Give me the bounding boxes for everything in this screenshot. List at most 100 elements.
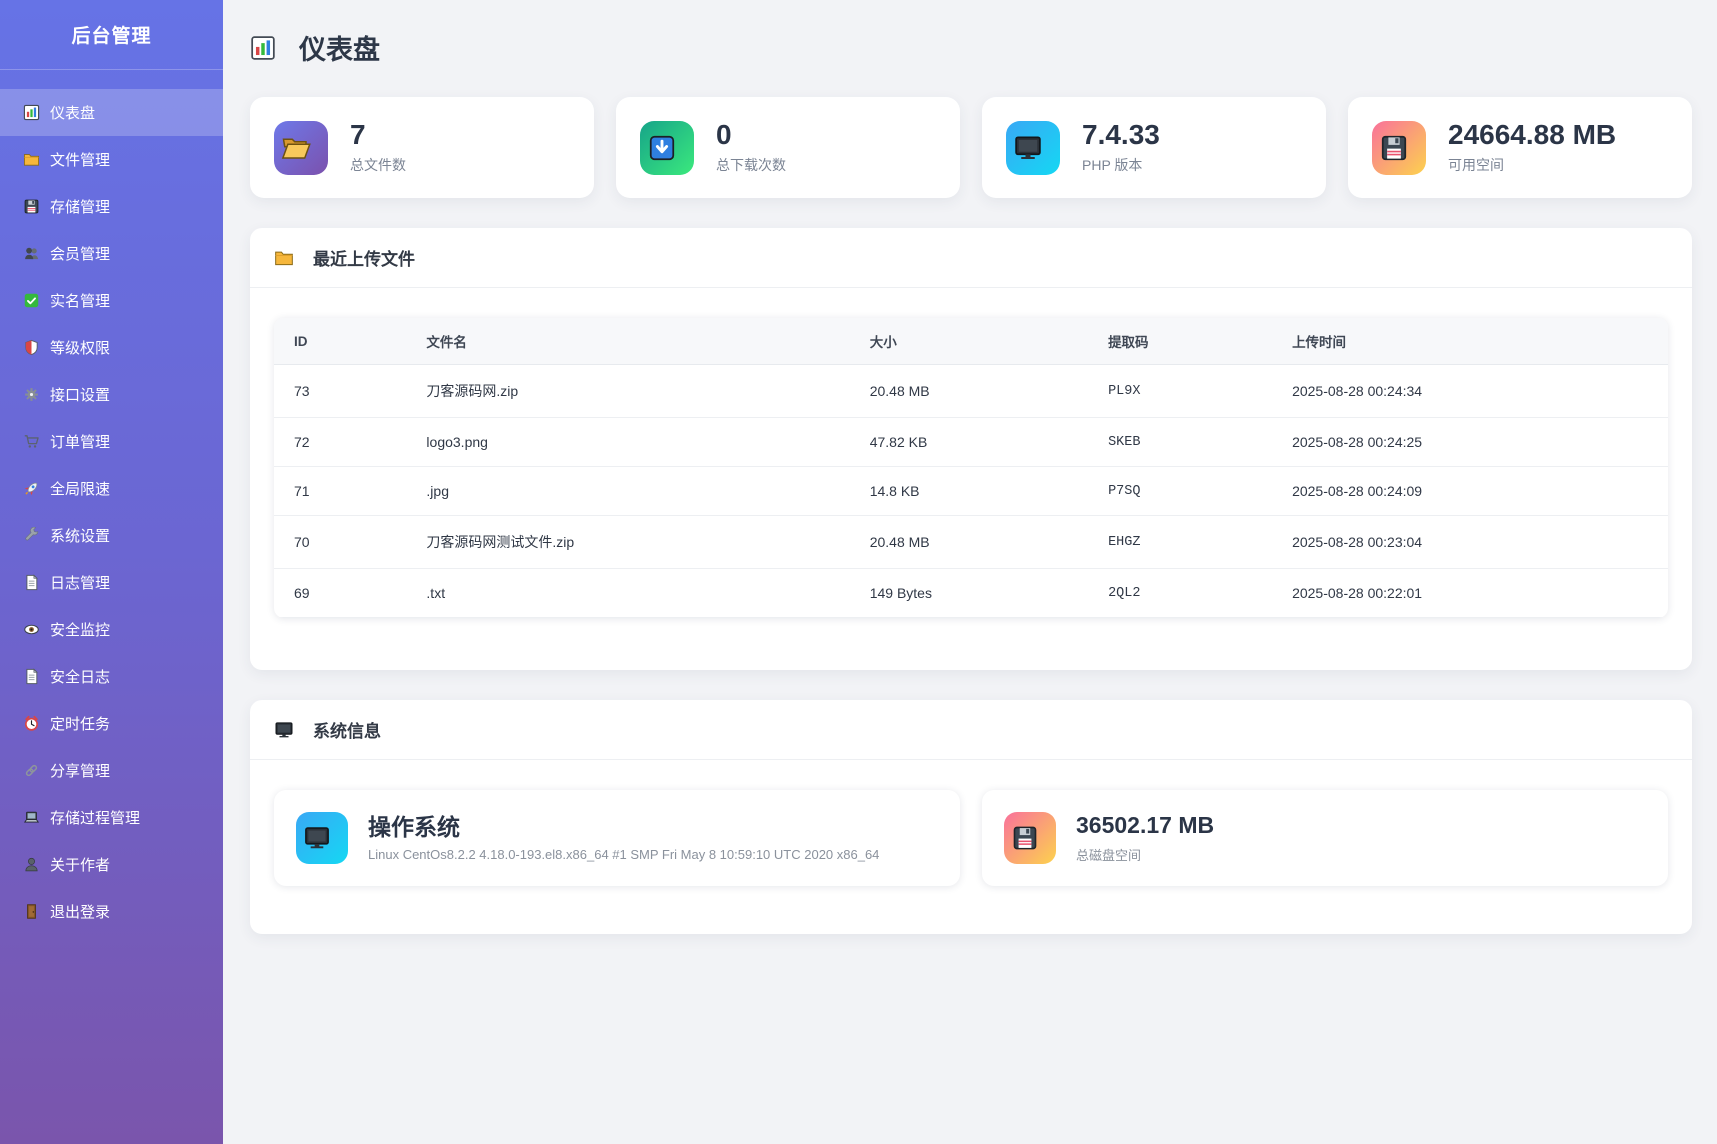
recent-files-section: 最近上传文件 ID 文件名 [250, 228, 1692, 670]
sidebar-item[interactable]: 等级权限 [0, 324, 223, 371]
cell-filename: logo3.png [406, 418, 849, 467]
sidebar-item-label: 定时任务 [50, 713, 110, 734]
sidebar-item-label: 分享管理 [50, 760, 110, 781]
stat-icon-tile [1372, 121, 1426, 175]
wrench-icon [23, 527, 40, 544]
table-row: 70 刀客源码网测试文件.zip 20.48 MB EHGZ 2025-08-2… [274, 516, 1668, 569]
column-header: ID [274, 318, 406, 365]
sidebar-item-label: 存储过程管理 [50, 807, 140, 828]
stat-card: 7.4.33 PHP 版本 [982, 97, 1326, 198]
cell-code: 2QL2 [1088, 569, 1272, 618]
sidebar-item[interactable]: 接口设置 [0, 371, 223, 418]
monitor-icon [303, 824, 331, 852]
monitor-icon [1013, 133, 1043, 163]
sidebar-item[interactable]: 关于作者 [0, 841, 223, 888]
rocket-icon [23, 480, 40, 497]
sidebar-item[interactable]: 定时任务 [0, 700, 223, 747]
sidebar-item[interactable]: 订单管理 [0, 418, 223, 465]
section-title: 系统信息 [313, 717, 381, 742]
sidebar-item[interactable]: 安全监控 [0, 606, 223, 653]
door-icon [23, 903, 40, 920]
gear-icon [23, 386, 40, 403]
stat-icon-tile [640, 121, 694, 175]
sidebar-item-label: 安全日志 [50, 666, 110, 687]
sidebar-item-label: 退出登录 [50, 901, 110, 922]
cell-time: 2025-08-28 00:23:04 [1272, 516, 1668, 569]
person-icon [23, 856, 40, 873]
cell-id: 71 [274, 467, 406, 516]
chart-icon [23, 104, 40, 121]
stat-value: 24664.88 MB [1448, 120, 1616, 151]
eye-icon [23, 621, 40, 638]
table-row: 73 刀客源码网.zip 20.48 MB PL9X 2025-08-28 00… [274, 365, 1668, 418]
info-subtitle: Linux CentOs8.2.2 4.18.0-193.el8.x86_64 … [368, 847, 879, 862]
document-icon [23, 668, 40, 685]
sidebar-item[interactable]: 实名管理 [0, 277, 223, 324]
cell-time: 2025-08-28 00:24:34 [1272, 365, 1668, 418]
document-icon [23, 574, 40, 591]
users-icon [23, 245, 40, 262]
sidebar-item[interactable]: 存储管理 [0, 183, 223, 230]
cell-time: 2025-08-28 00:24:09 [1272, 467, 1668, 516]
info-icon-tile [1004, 812, 1056, 864]
stat-label: PHP 版本 [1082, 155, 1160, 175]
sidebar-item[interactable]: 存储过程管理 [0, 794, 223, 841]
table-header-row: ID 文件名 大小 提取码 上传时间 [274, 318, 1668, 365]
info-title: 36502.17 MB [1076, 812, 1214, 838]
folder-icon [274, 248, 294, 268]
sidebar-item-label: 仪表盘 [50, 102, 95, 123]
floppy-icon [23, 198, 40, 215]
sidebar-item[interactable]: 文件管理 [0, 136, 223, 183]
cell-size: 47.82 KB [850, 418, 1088, 467]
floppy-icon [1011, 824, 1039, 852]
table-row: 71 .jpg 14.8 KB P7SQ 2025-08-28 00:24:09 [274, 467, 1668, 516]
alarm-clock-icon [23, 715, 40, 732]
sidebar-item-label: 系统设置 [50, 525, 110, 546]
cell-code: PL9X [1088, 365, 1272, 418]
stat-icon-tile [1006, 121, 1060, 175]
sidebar-item-label: 等级权限 [50, 337, 110, 358]
sidebar-item[interactable]: 安全日志 [0, 653, 223, 700]
sidebar-item-label: 实名管理 [50, 290, 110, 311]
cell-size: 20.48 MB [850, 516, 1088, 569]
cell-code: EHGZ [1088, 516, 1272, 569]
table-row: 72 logo3.png 47.82 KB SKEB 2025-08-28 00… [274, 418, 1668, 467]
stat-label: 总下载次数 [716, 155, 786, 175]
sidebar-item-label: 订单管理 [50, 431, 110, 452]
cell-id: 73 [274, 365, 406, 418]
system-info-section: 系统信息 操作系统 Linux CentOs8.2.2 4.18.0-193.e… [250, 700, 1692, 934]
cell-filename: .txt [406, 569, 849, 618]
sidebar-item[interactable]: 全局限速 [0, 465, 223, 512]
download-icon [647, 133, 677, 163]
cell-code: SKEB [1088, 418, 1272, 467]
sidebar-item[interactable]: 分享管理 [0, 747, 223, 794]
sidebar-item[interactable]: 会员管理 [0, 230, 223, 277]
info-card: 操作系统 Linux CentOs8.2.2 4.18.0-193.el8.x8… [274, 790, 960, 886]
info-card: 36502.17 MB 总磁盘空间 [982, 790, 1668, 886]
laptop-icon [23, 809, 40, 826]
sidebar-item[interactable]: 仪表盘 [0, 89, 223, 136]
stat-card: 7 总文件数 [250, 97, 594, 198]
cell-time: 2025-08-28 00:22:01 [1272, 569, 1668, 618]
shield-icon [23, 339, 40, 356]
cell-code: P7SQ [1088, 467, 1272, 516]
stat-label: 总文件数 [350, 155, 406, 175]
info-title: 操作系统 [368, 814, 879, 840]
sidebar-item[interactable]: 日志管理 [0, 559, 223, 606]
sidebar-item[interactable]: 退出登录 [0, 888, 223, 935]
stat-label: 可用空间 [1448, 155, 1616, 175]
sidebar-item-label: 文件管理 [50, 149, 110, 170]
sidebar-item[interactable]: 系统设置 [0, 512, 223, 559]
sidebar-item-label: 关于作者 [50, 854, 110, 875]
cell-time: 2025-08-28 00:24:25 [1272, 418, 1668, 467]
chart-icon [250, 35, 276, 61]
stat-card: 0 总下载次数 [616, 97, 960, 198]
stat-card: 24664.88 MB 可用空间 [1348, 97, 1692, 198]
sidebar-item-label: 存储管理 [50, 196, 110, 217]
stat-value: 7.4.33 [1082, 120, 1160, 151]
cell-size: 20.48 MB [850, 365, 1088, 418]
monitor-icon [274, 720, 294, 740]
info-icon-tile [296, 812, 348, 864]
sidebar-item-label: 接口设置 [50, 384, 110, 405]
check-icon [23, 292, 40, 309]
